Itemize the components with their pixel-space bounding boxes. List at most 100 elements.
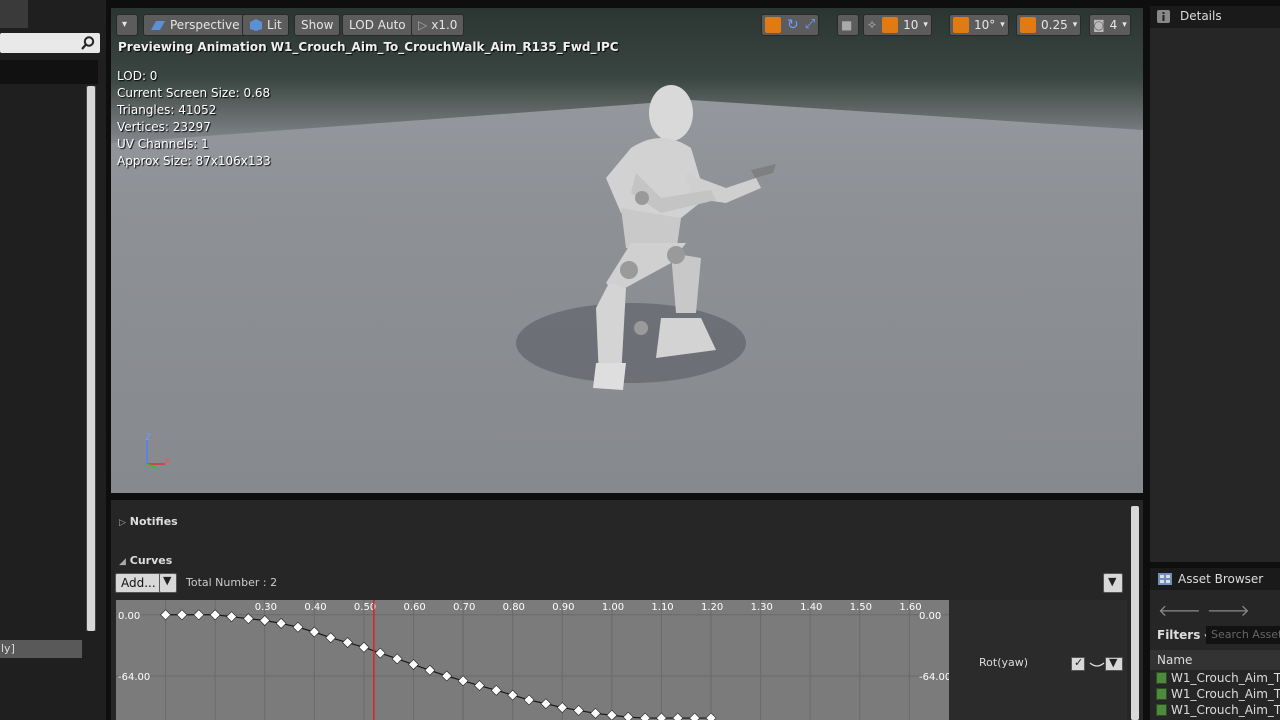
left-scrollbar-thumb[interactable]	[87, 86, 95, 631]
chevron-down-icon: ▾	[122, 19, 128, 30]
x-tick-label: 0.90	[552, 602, 574, 613]
forward-arrow-icon[interactable]: 🡒	[1207, 601, 1256, 620]
scale-snap-value[interactable]: 0.25	[1041, 15, 1068, 35]
curve-graph-canvas[interactable]: 0.30 0.40 0.50 0.60 0.70 0.80 0.90 1.00 1.10 1.20…	[116, 600, 949, 720]
rotate-icon[interactable]: ↻	[787, 15, 799, 35]
mannequin-character[interactable]	[511, 78, 791, 408]
left-search-input[interactable]	[0, 33, 100, 53]
asset-name: W1_Crouch_Aim_To	[1171, 703, 1280, 717]
list-item[interactable]: W1_Crouch_Aim_To	[1156, 686, 1280, 702]
chevron-down-icon: ▼	[163, 574, 172, 587]
camera-speed-value: 4	[1109, 18, 1118, 32]
x-tick-label: 1.20	[701, 602, 723, 613]
left-selected-field[interactable]: ly]	[0, 640, 82, 658]
column-header-name[interactable]: Name	[1150, 650, 1280, 670]
perspective-button[interactable]: Perspective	[143, 14, 247, 36]
details-tab[interactable]: Details	[1150, 6, 1280, 28]
add-curve-button[interactable]: Add...	[115, 573, 163, 593]
coordinate-space-button[interactable]: ■	[837, 14, 859, 36]
lod-button[interactable]: LOD Auto	[342, 14, 413, 36]
list-item[interactable]: W1_Crouch_Aim_To	[1156, 670, 1280, 686]
translate-icon[interactable]	[765, 17, 781, 33]
curve-key-point[interactable]	[209, 609, 221, 621]
curves-section[interactable]: ◢ Curves	[119, 554, 172, 567]
rotation-snap-value[interactable]: 10°	[974, 15, 995, 35]
curve-key-point[interactable]	[408, 659, 419, 670]
stat-triangles: Triangles: 41052	[117, 103, 217, 117]
filters-button[interactable]: Filters ▾	[1157, 628, 1209, 642]
left-panel-tab[interactable]	[0, 0, 28, 28]
curve-key-point[interactable]	[226, 611, 237, 623]
curve-key-point[interactable]	[639, 712, 651, 720]
chevron-down-icon: ▾	[1000, 20, 1005, 30]
add-curve-dropdown[interactable]: ▼	[159, 573, 177, 593]
curve-key-point[interactable]	[308, 626, 320, 638]
grid-snap-icon[interactable]	[882, 17, 899, 33]
stat-vertices: Vertices: 23297	[117, 120, 211, 134]
curve-key-point[interactable]	[259, 615, 271, 626]
asset-browser-tab[interactable]: Asset Browser	[1150, 568, 1280, 590]
scale-icon[interactable]: ⤢	[805, 15, 815, 35]
curve-key-point[interactable]	[689, 712, 701, 720]
lit-button[interactable]: Lit	[242, 14, 289, 36]
curve-key-point[interactable]	[655, 712, 667, 720]
curve-key-point[interactable]	[606, 709, 618, 720]
asset-name: W1_Crouch_Aim_To	[1171, 671, 1280, 685]
play-rate-button[interactable]: ▷ x1.0	[411, 14, 465, 36]
curve-key-point[interactable]	[672, 712, 684, 720]
viewport-options-dropdown[interactable]: ▾	[116, 14, 138, 36]
curve-graph[interactable]: 0.30 0.40 0.50 0.60 0.70 0.80 0.90 1.00 1.10 1.20…	[116, 600, 949, 720]
curve-key-point[interactable]	[474, 680, 485, 691]
curve-key-point[interactable]	[590, 707, 601, 719]
curve-key-point[interactable]	[540, 698, 552, 710]
curve-key-point[interactable]	[176, 609, 188, 621]
anim-sequence-icon	[1156, 704, 1167, 716]
x-tick-label: 0.70	[453, 602, 475, 613]
curve-key-point[interactable]	[391, 653, 403, 665]
search-icon[interactable]	[80, 35, 96, 51]
curve-key-point[interactable]	[358, 641, 370, 653]
curve-key-point[interactable]	[292, 621, 304, 633]
scale-snap-icon[interactable]	[1020, 17, 1036, 33]
x-tick-label: 0.30	[255, 602, 277, 613]
curve-key-point[interactable]	[325, 632, 337, 644]
chevron-down-icon: ▼	[1109, 656, 1118, 669]
left-scrollbar[interactable]	[86, 86, 96, 631]
curve-key-point[interactable]	[160, 609, 172, 621]
play-icon: ▷	[418, 18, 428, 32]
show-button[interactable]: Show	[294, 14, 341, 36]
surface-snap-icon[interactable]: ✧	[867, 15, 877, 35]
curve-key-point[interactable]	[193, 609, 205, 621]
curve-key-point[interactable]	[441, 670, 453, 682]
anim-sequence-icon	[1156, 688, 1167, 700]
rotation-snap-icon[interactable]	[953, 17, 969, 33]
curve-line	[165, 614, 711, 719]
curve-key-point[interactable]	[424, 664, 436, 676]
preview-viewport[interactable]: ▾ Perspective Lit Show LOD Auto ▷ x1.0 ↻…	[111, 8, 1143, 493]
curve-enabled-checkbox[interactable]: ✓	[1071, 656, 1085, 671]
curve-key-point[interactable]	[523, 694, 535, 706]
back-arrow-icon[interactable]: 🡐	[1158, 601, 1207, 620]
curves-options-dropdown[interactable]: ▼	[1103, 573, 1123, 593]
curve-key-point[interactable]	[622, 711, 634, 720]
curve-key-point[interactable]	[374, 647, 386, 659]
curve-key-point[interactable]	[705, 712, 717, 720]
curve-key-point[interactable]	[573, 705, 585, 716]
asset-search-input[interactable]: Search Assets	[1206, 626, 1280, 644]
curve-key-point[interactable]	[342, 637, 353, 648]
chevron-down-icon: ▾	[1072, 20, 1078, 30]
camera-speed-button[interactable]: ◙ 4 ▾	[1089, 14, 1131, 36]
grid-snap-value[interactable]: 10	[903, 15, 918, 35]
show-label: Show	[301, 18, 334, 32]
notifies-section[interactable]: ▷ Notifies	[119, 515, 178, 528]
curve-key-point[interactable]	[275, 617, 287, 629]
chevron-down-icon: ▾	[1122, 20, 1127, 30]
curve-type-icon[interactable]	[1089, 657, 1105, 671]
timeline-scrollbar[interactable]	[1131, 506, 1139, 720]
list-item[interactable]: W1_Crouch_Aim_To	[1156, 702, 1280, 718]
curve-key-point[interactable]	[507, 689, 519, 701]
curve-key-point[interactable]	[556, 702, 568, 713]
curve-key-point[interactable]	[490, 684, 502, 696]
curve-key-point[interactable]	[457, 675, 469, 687]
curve-options-dropdown[interactable]: ▼	[1105, 656, 1123, 671]
